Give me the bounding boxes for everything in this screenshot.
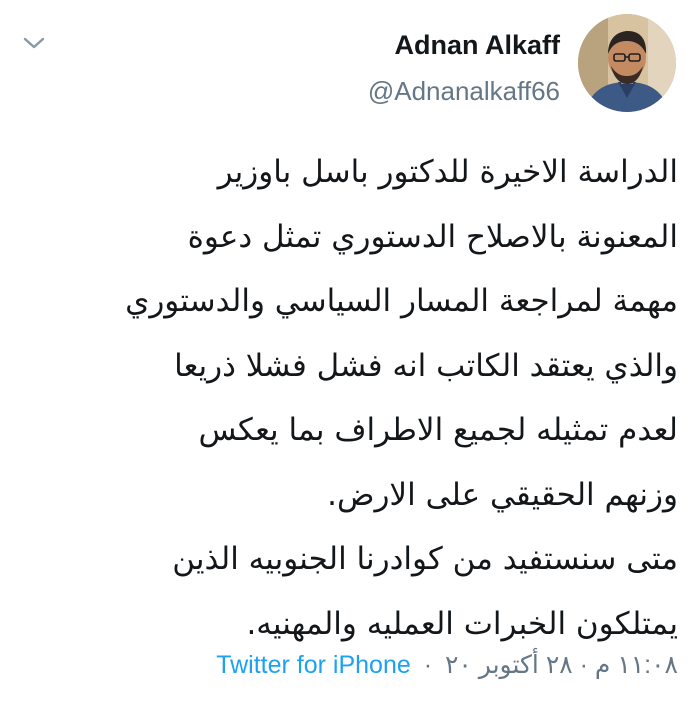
tweet-text-line: يمتلكون الخبرات العمليه والمهنيه. bbox=[246, 605, 678, 642]
chevron-down-icon[interactable] bbox=[22, 34, 46, 52]
tweet-text-line: متى سنستفيد من كوادرنا الجنوبيه الذين bbox=[172, 541, 678, 577]
tweet-timestamp[interactable]: ١١:٠٨ م · ٢٨ أكتوبر ٢٠ bbox=[445, 651, 678, 679]
author-names: Adnan Alkaff @Adnanalkaff66 bbox=[368, 14, 560, 106]
tweet-text-line: والذي يعتقد الكاتب انه فشل فشلا ذريعا bbox=[174, 347, 678, 384]
meta-separator: · bbox=[423, 651, 433, 679]
tweet-source-link[interactable]: Twitter for iPhone bbox=[216, 651, 411, 679]
tweet-header: Adnan Alkaff @Adnanalkaff66 bbox=[368, 14, 676, 124]
avatar-photo bbox=[578, 14, 676, 112]
tweet-text: الدراسة الاخيرة للدكتور باسل باوزير المع… bbox=[18, 140, 678, 656]
tweet-text-line: مهمة لمراجعة المسار السياسي والدستوري bbox=[125, 283, 678, 319]
tweet-text-line: لعدم تمثيله لجميع الاطراف بما يعكس bbox=[198, 412, 678, 448]
tweet-text-line: الدراسة الاخيرة للدكتور باسل باوزير bbox=[217, 154, 678, 190]
tweet-detail: Adnan Alkaff @Adnanalkaff66 الدراسة الاخ… bbox=[0, 0, 700, 705]
tweet-meta: Twitter for iPhone · ١١:٠٨ م · ٢٨ أكتوبر… bbox=[216, 648, 678, 682]
avatar[interactable] bbox=[578, 14, 676, 112]
author-display-name[interactable]: Adnan Alkaff bbox=[368, 29, 560, 61]
tweet-text-line: المعنونة بالاصلاح الدستوري تمثل دعوة bbox=[187, 218, 678, 255]
author-handle[interactable]: @Adnanalkaff66 bbox=[368, 76, 560, 106]
tweet-text-line: وزنهم الحقيقي على الارض. bbox=[327, 476, 678, 513]
